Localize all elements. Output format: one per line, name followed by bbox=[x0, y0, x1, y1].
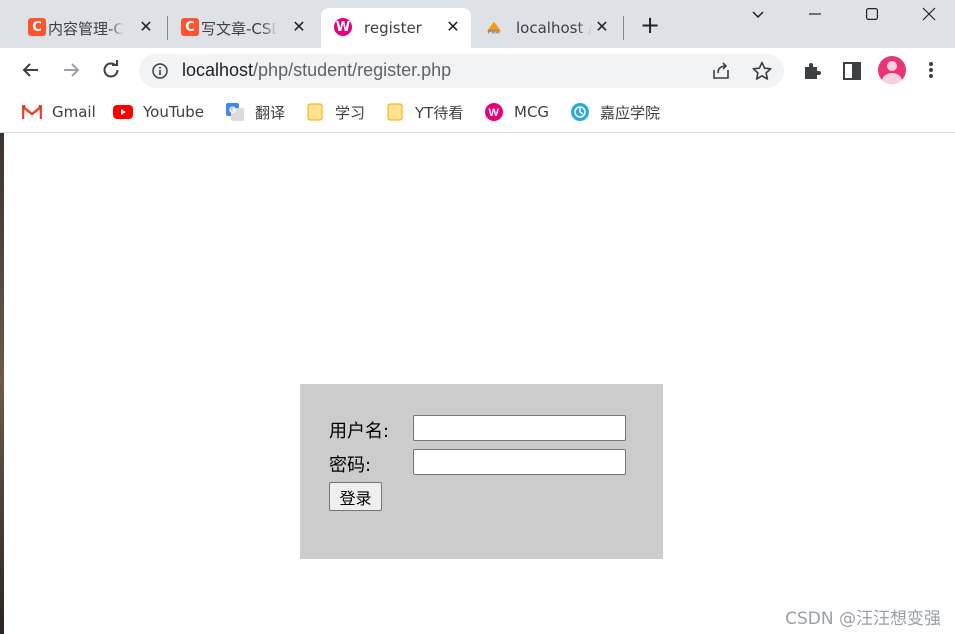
tab-content-manage[interactable]: C 内容管理-CSDN ✕ bbox=[18, 8, 164, 48]
close-icon[interactable]: ✕ bbox=[138, 19, 154, 35]
svg-text:W: W bbox=[489, 107, 500, 119]
url-text[interactable]: localhost/php/student/register.php bbox=[182, 60, 451, 81]
translate-icon: G bbox=[225, 102, 245, 122]
username-input[interactable] bbox=[413, 415, 626, 441]
tab-separator bbox=[623, 16, 624, 40]
username-label: 用户名: bbox=[329, 421, 390, 442]
bookmark-label: MCG bbox=[514, 103, 550, 121]
tab-title: 内容管理-CSDN bbox=[48, 19, 124, 38]
close-icon[interactable]: ✕ bbox=[594, 19, 610, 35]
site-info-icon[interactable] bbox=[152, 63, 168, 79]
url-path: /php/student/register.php bbox=[253, 60, 452, 80]
tab-register[interactable]: W register ✕ bbox=[321, 8, 471, 48]
forward-arrow-icon[interactable] bbox=[59, 58, 83, 82]
more-menu-icon[interactable] bbox=[929, 61, 933, 79]
bookmark-star-icon[interactable] bbox=[751, 60, 773, 82]
tab-strip: C 内容管理-CSDN ✕ C 写文章-CSDN ✕ W register ✕ … bbox=[0, 0, 955, 48]
tab-search-icon[interactable] bbox=[735, 0, 781, 28]
folder-icon bbox=[305, 102, 325, 122]
bookmark-folder-study[interactable]: 学习 bbox=[305, 101, 365, 123]
close-window-button[interactable] bbox=[906, 0, 952, 28]
tab-title: localhost / bbox=[516, 19, 592, 37]
maximize-button[interactable] bbox=[849, 0, 895, 28]
minimize-button[interactable] bbox=[792, 0, 838, 28]
wamp-icon: W bbox=[334, 18, 352, 36]
phpmyadmin-icon: PMA bbox=[485, 18, 503, 36]
browser-toolbar: localhost/php/student/register.php bbox=[0, 48, 955, 92]
bookmark-label: YT待看 bbox=[415, 103, 464, 122]
register-form: 用户名: 密码: 登录 bbox=[300, 384, 663, 559]
password-label: 密码: bbox=[329, 455, 372, 476]
svg-text:PMA: PMA bbox=[488, 29, 500, 35]
school-icon bbox=[570, 102, 590, 122]
close-icon[interactable]: ✕ bbox=[445, 19, 461, 35]
bookmark-translate[interactable]: G 翻译 bbox=[225, 101, 285, 123]
url-host: localhost bbox=[182, 60, 254, 80]
bookmark-label: Gmail bbox=[52, 103, 96, 121]
address-bar[interactable]: localhost/php/student/register.php bbox=[139, 54, 784, 88]
side-panel-icon[interactable] bbox=[841, 60, 863, 82]
new-tab-button[interactable]: + bbox=[638, 13, 662, 38]
bookmark-gmail[interactable]: Gmail bbox=[22, 101, 96, 123]
close-icon[interactable]: ✕ bbox=[291, 19, 307, 35]
bookmark-label: 学习 bbox=[335, 103, 366, 122]
reload-icon[interactable] bbox=[99, 58, 123, 82]
tab-title: register bbox=[364, 19, 422, 37]
bookmarks-bar: Gmail YouTube G 翻译 学习 YT待看 W MCG 嘉应学院 bbox=[0, 92, 955, 133]
gmail-icon bbox=[22, 102, 42, 122]
bookmark-youtube[interactable]: YouTube bbox=[113, 101, 204, 123]
tab-localhost[interactable]: PMA localhost / ✕ bbox=[474, 8, 620, 48]
bookmark-label: 嘉应学院 bbox=[600, 103, 661, 122]
login-button[interactable]: 登录 bbox=[329, 482, 382, 511]
youtube-icon bbox=[113, 102, 133, 122]
csdn-icon: C bbox=[28, 18, 46, 36]
wamp-icon: W bbox=[484, 102, 504, 122]
bookmark-label: YouTube bbox=[143, 103, 204, 121]
password-input[interactable] bbox=[413, 449, 626, 475]
svg-text:G: G bbox=[229, 105, 236, 115]
back-arrow-icon[interactable] bbox=[19, 58, 43, 82]
tab-separator bbox=[167, 16, 168, 40]
csdn-watermark: CSDN @汪汪想变强 bbox=[785, 609, 941, 629]
tab-title: 写文章-CSDN bbox=[201, 19, 277, 38]
share-icon[interactable] bbox=[711, 61, 731, 81]
csdn-icon: C bbox=[181, 18, 199, 36]
profile-avatar[interactable] bbox=[878, 56, 906, 84]
folder-icon bbox=[385, 102, 405, 122]
bookmark-mcg[interactable]: W MCG bbox=[484, 101, 549, 123]
tab-write-article[interactable]: C 写文章-CSDN ✕ bbox=[171, 8, 317, 48]
extensions-puzzle-icon[interactable] bbox=[801, 60, 823, 82]
bookmark-jiaying[interactable]: 嘉应学院 bbox=[570, 101, 660, 123]
desktop-edge bbox=[0, 133, 4, 634]
bookmark-folder-yt[interactable]: YT待看 bbox=[385, 101, 463, 123]
bookmark-label: 翻译 bbox=[255, 103, 286, 122]
